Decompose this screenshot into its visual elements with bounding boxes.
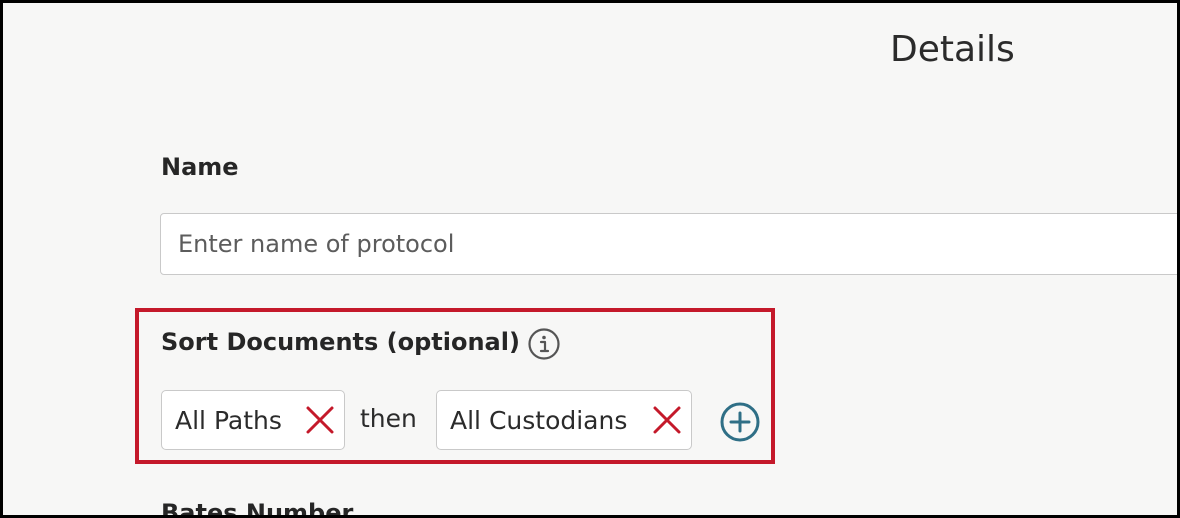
sort-chip-label: All Paths <box>175 405 282 435</box>
sort-chip-label: All Custodians <box>450 405 628 435</box>
sort-documents-label: Sort Documents (optional) <box>161 328 520 356</box>
add-sort-icon[interactable] <box>719 401 761 443</box>
close-icon[interactable] <box>305 405 335 435</box>
then-joiner: then <box>360 404 417 433</box>
details-panel: Details Name Sort Documents (optional) A… <box>3 3 1177 515</box>
name-input[interactable] <box>160 213 1177 275</box>
page-title: Details <box>890 29 1015 70</box>
info-icon[interactable] <box>527 327 561 361</box>
name-label: Name <box>161 153 239 181</box>
sort-chip-all-custodians: All Custodians <box>436 390 692 450</box>
close-icon[interactable] <box>652 405 682 435</box>
bates-number-label: Bates Number <box>161 499 354 515</box>
sort-chip-all-paths: All Paths <box>161 390 345 450</box>
